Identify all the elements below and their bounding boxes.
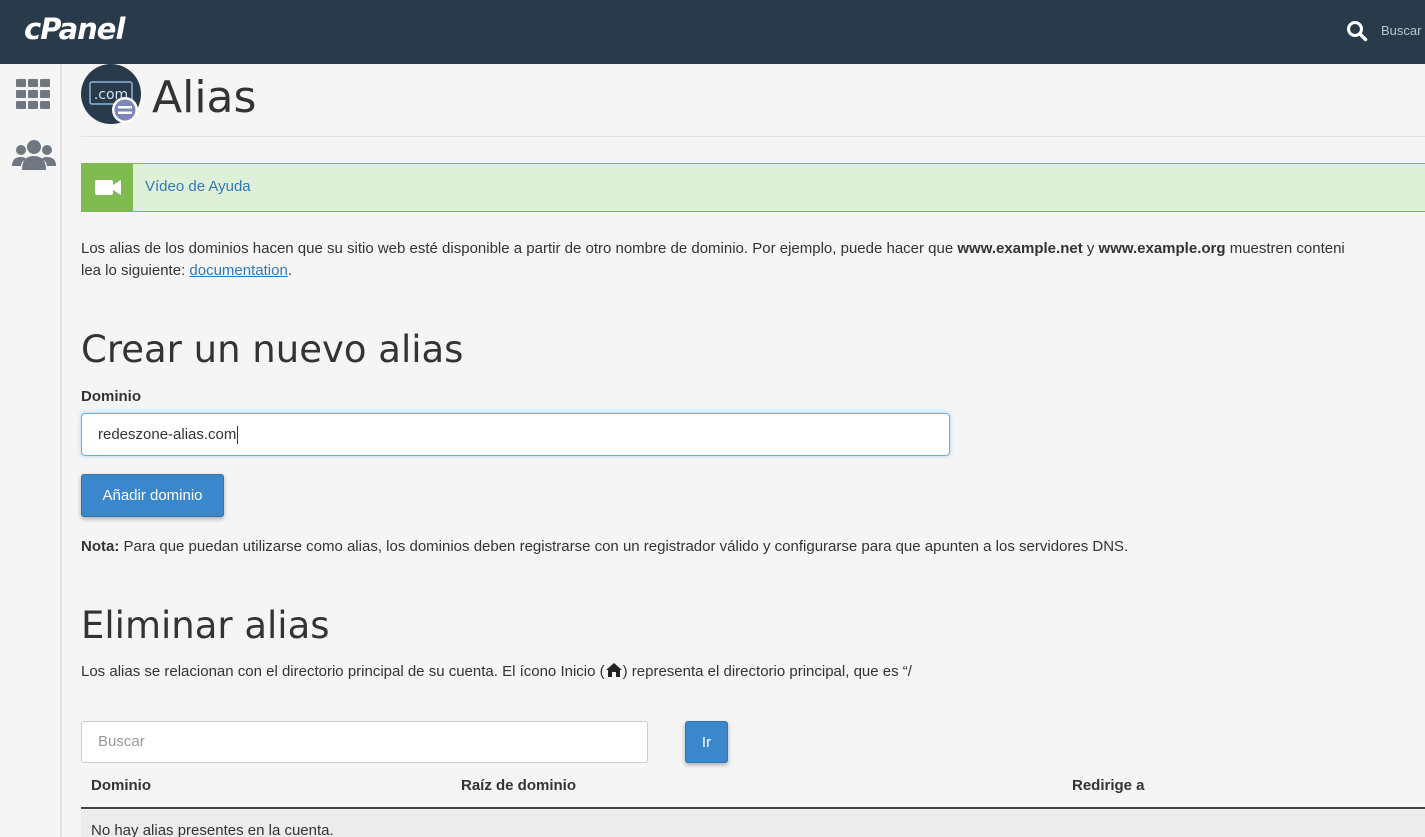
help-icon-box bbox=[82, 164, 133, 211]
users-icon[interactable] bbox=[12, 138, 56, 172]
alias-description: Los alias de los dominios hacen que su s… bbox=[81, 240, 1345, 279]
main-content: .com Alias Vídeo de Ayuda Los alias de l… bbox=[64, 64, 1425, 837]
example-domain-1: www.example.net bbox=[957, 240, 1083, 257]
domain-field-label: Dominio bbox=[81, 388, 141, 405]
example-domain-2: www.example.org bbox=[1098, 240, 1226, 257]
top-search-input[interactable]: Buscar bbox=[1381, 23, 1421, 38]
documentation-link[interactable]: documentation bbox=[189, 262, 287, 279]
help-video-banner: Vídeo de Ayuda bbox=[81, 163, 1425, 212]
home-icon bbox=[605, 663, 622, 677]
remove-alias-description: Los alias se relacionan con el directori… bbox=[81, 663, 912, 680]
title-divider bbox=[81, 136, 1425, 137]
page-title: Alias bbox=[152, 72, 257, 123]
add-domain-button[interactable]: Añadir dominio bbox=[81, 474, 224, 517]
search-icon[interactable] bbox=[1346, 20, 1368, 42]
note-text: Nota: Para que puedan utilizarse como al… bbox=[81, 538, 1129, 555]
domain-alias-icon: .com bbox=[81, 64, 141, 124]
top-navbar: cPanel Buscar bbox=[0, 0, 1425, 64]
cpanel-logo[interactable]: cPanel bbox=[24, 12, 125, 46]
text-caret bbox=[237, 426, 239, 445]
video-camera-icon bbox=[95, 180, 121, 195]
sidebar bbox=[0, 64, 62, 837]
table-row: No hay alias presentes en la cuenta. bbox=[81, 810, 1425, 837]
column-redirects-to[interactable]: Redirige a bbox=[1072, 777, 1145, 794]
remove-alias-heading: Eliminar alias bbox=[81, 604, 330, 647]
search-go-button[interactable]: Ir bbox=[685, 721, 728, 763]
create-alias-heading: Crear un nuevo alias bbox=[81, 328, 464, 371]
column-domain[interactable]: Dominio bbox=[91, 777, 151, 794]
empty-table-message: No hay alias presentes en la cuenta. bbox=[91, 822, 334, 837]
alias-search-input[interactable]: Buscar bbox=[81, 721, 648, 763]
grid-icon[interactable] bbox=[12, 78, 52, 110]
help-video-link[interactable]: Vídeo de Ayuda bbox=[145, 178, 251, 195]
column-document-root[interactable]: Raíz de dominio bbox=[461, 777, 576, 794]
alias-table-header: Dominio Raíz de dominio Redirige a bbox=[81, 764, 1425, 809]
domain-input[interactable]: redeszone-alias.com bbox=[81, 413, 950, 456]
